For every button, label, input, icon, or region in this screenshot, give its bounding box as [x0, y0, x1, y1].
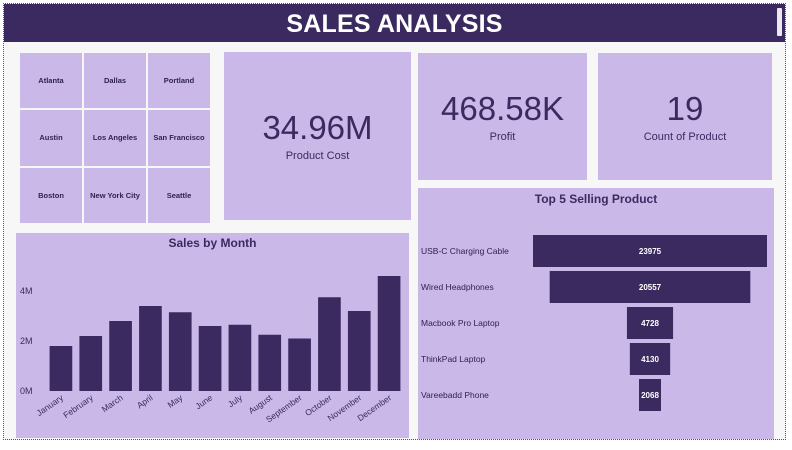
data-label: 23975	[639, 247, 662, 256]
kpi-card-profit: 468.58K Profit	[418, 53, 587, 180]
page-title: SALES ANALYSIS	[4, 4, 785, 42]
slicer-tile-austin[interactable]: Austin	[20, 110, 82, 166]
city-slicer: Atlanta Dallas Portland Austin Los Angel…	[20, 53, 210, 223]
y-tick-label: 0M	[20, 386, 33, 396]
top-5-products-chart: Top 5 Selling Product 23975 USB-C Chargin…	[418, 188, 774, 439]
slicer-tile-dallas[interactable]: Dallas	[84, 53, 146, 109]
kpi-card-count-of-product: 19 Count of Product	[598, 53, 772, 180]
category-label: Wired Headphones	[421, 282, 494, 292]
bar-april	[139, 306, 162, 391]
slicer-tile-new-york-city[interactable]: New York City	[84, 167, 146, 223]
slicer-tile-san-francisco[interactable]: San Francisco	[148, 110, 210, 166]
slicer-tile-atlanta[interactable]: Atlanta	[20, 53, 82, 109]
data-label: 4130	[641, 355, 659, 364]
bar-december	[377, 276, 401, 391]
kpi-label: Profit	[489, 130, 516, 143]
data-label: 2068	[641, 391, 659, 400]
data-label: 4728	[641, 319, 659, 328]
category-label: Macbook Pro Laptop	[421, 318, 500, 328]
sales-by-month-chart: Sales by Month 0M 2M 4M January February Marc…	[16, 233, 409, 438]
bar-march	[109, 321, 132, 391]
x-tick-label: January	[35, 392, 66, 418]
y-tick-label: 2M	[20, 336, 33, 346]
kpi-label: Count of Product	[643, 130, 727, 143]
kpi-label: Product Cost	[285, 150, 350, 162]
slicer-tile-boston[interactable]: Boston	[20, 167, 82, 223]
bar-february	[79, 336, 103, 391]
x-tick-label: March	[100, 392, 125, 414]
slicer-tile-los-angeles[interactable]: Los Angeles	[84, 110, 146, 166]
bar-may	[168, 312, 192, 391]
bar-august	[258, 334, 282, 391]
x-tick-label: February	[61, 392, 95, 420]
y-tick-label: 4M	[20, 286, 33, 296]
data-label: 20557	[639, 283, 662, 292]
category-label: USB-C Charging Cable	[421, 246, 509, 256]
bar-november	[347, 311, 371, 391]
scrollbar-thumb[interactable]	[777, 8, 782, 36]
x-tick-label: May	[166, 392, 186, 410]
x-tick-label: April	[135, 392, 155, 410]
x-tick-label: December	[355, 392, 393, 423]
kpi-value: 34.96M	[262, 109, 373, 146]
bar-june	[198, 326, 222, 391]
kpi-card-product-cost: 34.96M Product Cost	[224, 52, 411, 220]
bar-january	[49, 346, 73, 391]
category-label: ThinkPad Laptop	[421, 354, 486, 364]
x-tick-label: July	[226, 392, 245, 409]
category-label: Vareebadd Phone	[421, 390, 489, 400]
bar-july	[228, 324, 252, 391]
sales-by-month-plot: 0M 2M 4M JanuaryFebruary March April May June Ju…	[20, 276, 401, 424]
bar-october	[318, 297, 341, 391]
x-tick-label: June	[193, 392, 214, 411]
kpi-value: 468.58K	[441, 89, 564, 127]
slicer-tile-seattle[interactable]: Seattle	[148, 167, 210, 223]
bar-september	[288, 338, 311, 391]
top-5-products-plot: 23975 USB-C Charging Cable 20557 Wired Head…	[421, 235, 767, 411]
kpi-value: 19	[666, 89, 704, 127]
slicer-tile-portland[interactable]: Portland	[148, 53, 210, 109]
